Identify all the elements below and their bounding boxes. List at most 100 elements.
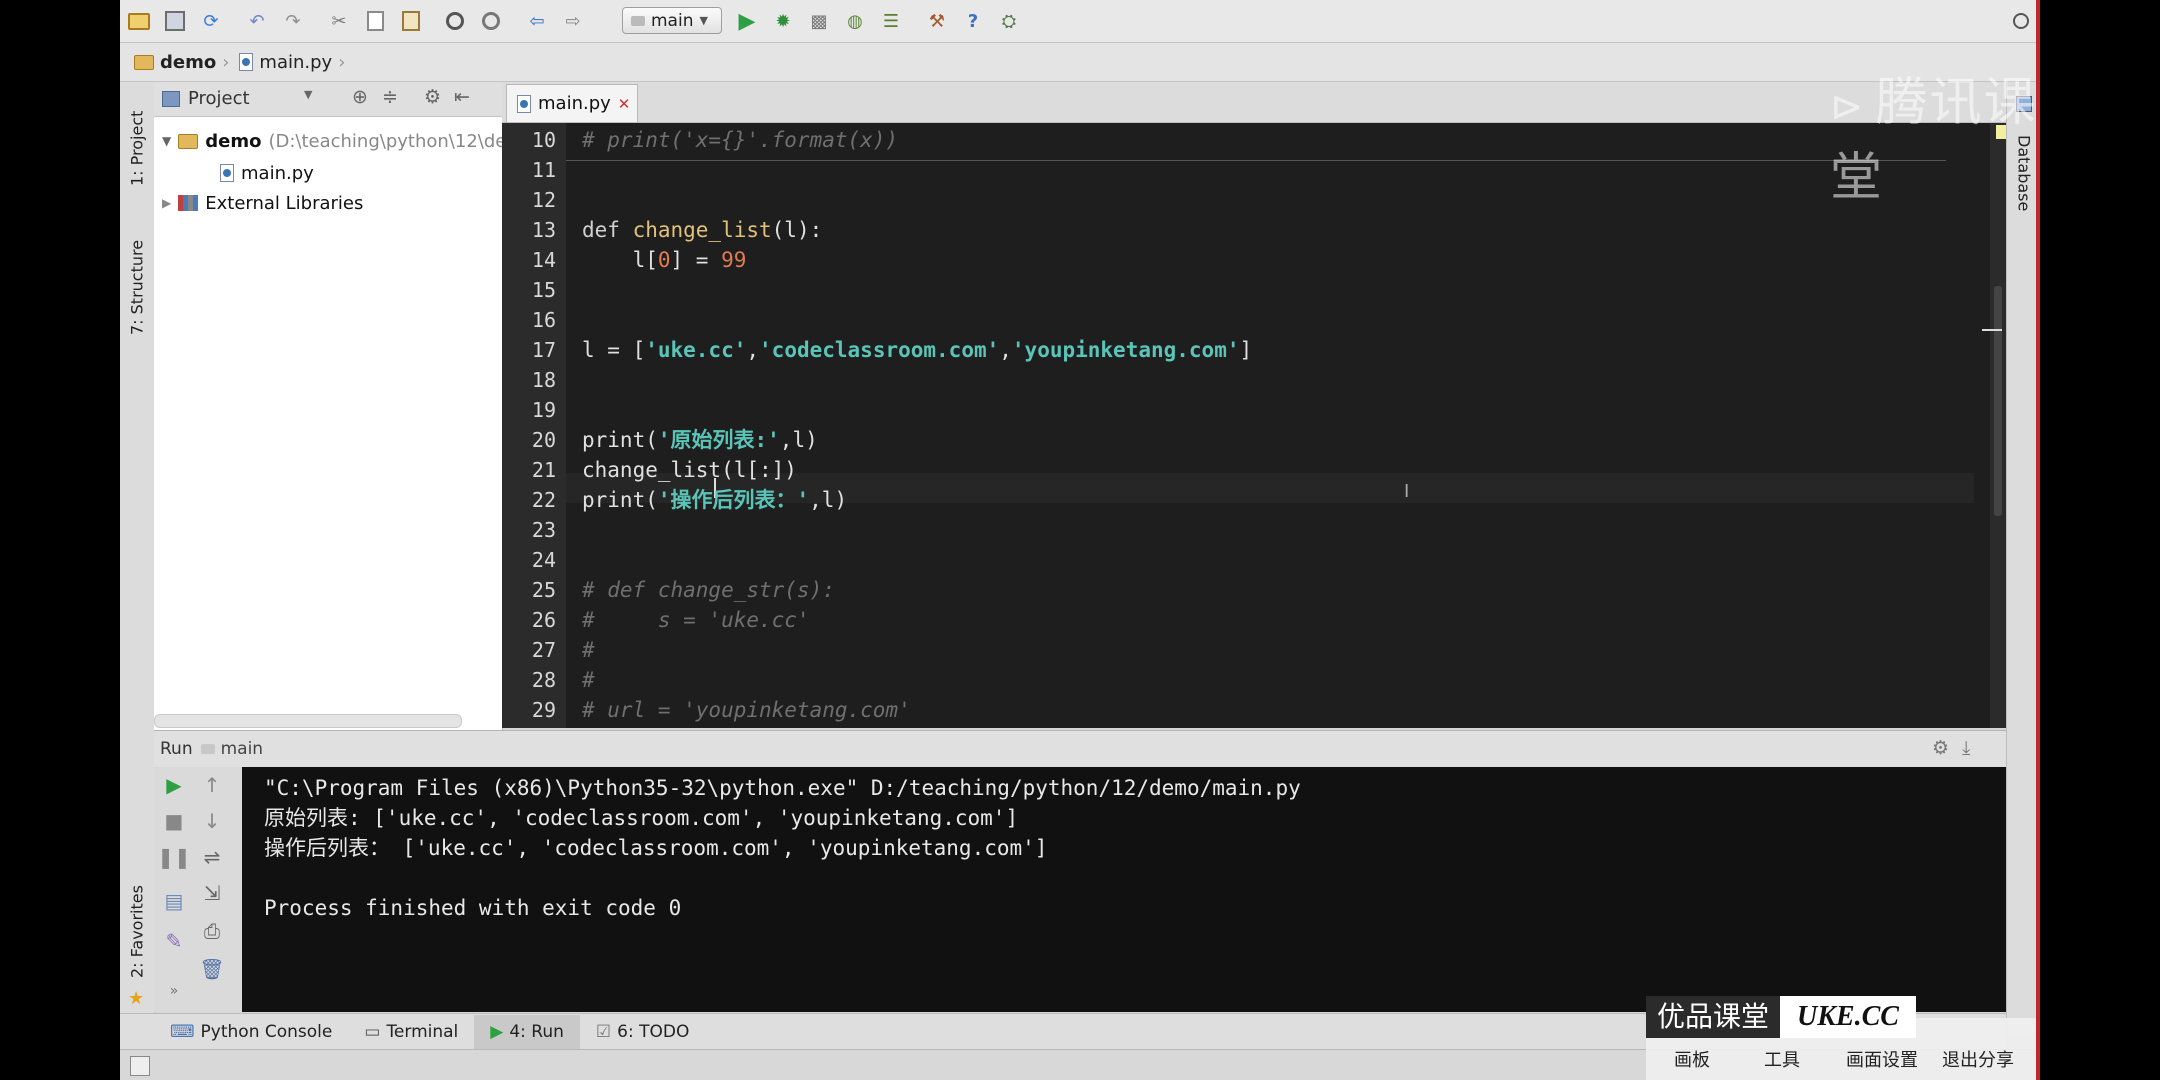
up-arrow-icon[interactable]: ↑ bbox=[198, 771, 226, 799]
cut-icon[interactable]: ✂ bbox=[326, 8, 352, 34]
soft-wrap-icon[interactable]: ⇌ bbox=[198, 843, 226, 871]
run-panel-header: Run main ⚙ ⤓ bbox=[154, 730, 2006, 768]
overlay-item-board[interactable]: 画板 bbox=[1674, 1046, 1710, 1072]
tool-windows-icon[interactable] bbox=[130, 1056, 150, 1076]
horizontal-scrollbar[interactable] bbox=[154, 714, 462, 728]
line-number: 22 bbox=[531, 488, 556, 512]
editor-vertical-scrollbar[interactable] bbox=[1982, 123, 2006, 728]
print-icon[interactable]: ⎙ bbox=[198, 917, 226, 945]
settings-tools-icon[interactable]: ⚒ bbox=[924, 8, 950, 34]
run-config-label: main bbox=[651, 10, 694, 31]
watermark-logo: ⊳ 腾讯课堂 bbox=[1830, 73, 2038, 208]
breadcrumb-demo[interactable]: demo › bbox=[120, 46, 235, 78]
pin-icon[interactable]: ✎ bbox=[160, 927, 188, 955]
bottom-tab-4-run[interactable]: ▶ 4: Run bbox=[474, 1015, 580, 1049]
watermark-cn: 优品课堂 bbox=[1646, 996, 1780, 1038]
project-tool-tab[interactable]: 1: Project bbox=[122, 88, 152, 208]
pause-icon[interactable]: ❚❚ bbox=[157, 843, 191, 871]
python-config-icon bbox=[200, 744, 215, 754]
help-icon[interactable]: ? bbox=[960, 8, 986, 34]
python-file-icon bbox=[220, 164, 234, 182]
bottom-tab-label: 4: Run bbox=[509, 1022, 564, 1042]
run-console[interactable]: "C:\Program Files (x86)\Python35-32\pyth… bbox=[242, 767, 2006, 1012]
run-icon[interactable]: ▶ bbox=[734, 8, 760, 34]
code-token: # print('x={}'.format(x)) bbox=[582, 128, 899, 152]
gear-icon[interactable]: ⚙ bbox=[1932, 737, 1949, 759]
close-icon[interactable]: ✕ bbox=[618, 95, 631, 113]
code-token: print( bbox=[582, 428, 658, 452]
stop-icon[interactable]: ■ bbox=[160, 807, 188, 835]
collapse-all-icon[interactable]: ≑ bbox=[382, 86, 398, 108]
run-config-tab[interactable]: main bbox=[221, 739, 263, 759]
code-line: # url = 'youpinketang.com' bbox=[582, 695, 911, 725]
more-icon[interactable]: » bbox=[160, 977, 188, 1005]
project-panel-title[interactable]: Project bbox=[188, 88, 250, 109]
code-editor[interactable]: I ⊟ ⊟ # print('x={}'.format(x))def chang… bbox=[566, 123, 1990, 728]
structure-tool-tab-label: 7: Structure bbox=[127, 239, 147, 335]
scroll-thumb[interactable] bbox=[1994, 286, 2002, 516]
bottom-tab-label: 6: TODO bbox=[617, 1022, 690, 1042]
favorites-tool-tab[interactable]: 2: Favorites bbox=[122, 872, 152, 992]
open-folder-icon[interactable] bbox=[126, 8, 152, 34]
tree-item-external-libraries[interactable]: ▶ External Libraries bbox=[162, 188, 363, 218]
gear-icon[interactable]: ⚙ bbox=[424, 86, 441, 108]
copy-icon[interactable] bbox=[362, 8, 388, 34]
scroll-to-end-icon[interactable]: ⇲ bbox=[198, 879, 226, 907]
coverage-icon[interactable]: ▩ bbox=[806, 8, 832, 34]
run-configuration-select[interactable]: main ▼ bbox=[622, 7, 722, 34]
screen-edge bbox=[2036, 0, 2040, 1080]
expand-arrow-icon[interactable]: ▼ bbox=[162, 134, 171, 148]
run-panel-title: Run bbox=[160, 739, 193, 759]
collapse-arrow-icon[interactable]: ▶ bbox=[162, 196, 171, 210]
code-token: '操作后列表：' bbox=[657, 488, 810, 512]
paste-icon[interactable] bbox=[398, 8, 424, 34]
concurrency-icon[interactable]: ☰ bbox=[878, 8, 904, 34]
terminal-icon: ▭ bbox=[364, 1022, 381, 1042]
chevron-down-icon[interactable]: ▼ bbox=[304, 88, 312, 101]
forward-icon[interactable]: ⇨ bbox=[560, 8, 586, 34]
hide-panel-icon[interactable]: ⇤ bbox=[454, 86, 470, 108]
bottom-tab-6-todo[interactable]: ☑ 6: TODO bbox=[580, 1015, 705, 1049]
code-line: l[0] = 99 bbox=[582, 245, 747, 275]
code-line: # bbox=[582, 635, 595, 665]
scroll-from-source-icon[interactable]: ⊕ bbox=[352, 86, 368, 108]
back-icon[interactable]: ⇦ bbox=[524, 8, 550, 34]
bottom-tab-terminal[interactable]: ▭ Terminal bbox=[348, 1015, 474, 1049]
line-number: 25 bbox=[531, 578, 556, 602]
debug-icon[interactable]: ✹ bbox=[770, 8, 796, 34]
tree-item-main-py[interactable]: main.py bbox=[220, 158, 314, 188]
find-icon[interactable] bbox=[442, 8, 468, 34]
profile-icon[interactable]: ◍ bbox=[842, 8, 868, 34]
overlay-item-tools[interactable]: 工具 bbox=[1764, 1046, 1800, 1072]
redo-icon[interactable]: ↷ bbox=[280, 8, 306, 34]
line-number: 13 bbox=[531, 218, 556, 242]
restore-layout-icon[interactable]: ▤ bbox=[160, 887, 188, 915]
tree-item-demo[interactable]: ▼ demo (D:\teaching\python\12\de bbox=[162, 126, 506, 156]
console-line: 操作后列表： ['uke.cc', 'codeclassroom.com', '… bbox=[264, 836, 1048, 860]
sdk-icon[interactable]: ⛭ bbox=[996, 8, 1022, 34]
save-all-icon[interactable] bbox=[162, 8, 188, 34]
structure-tool-tab[interactable]: 7: Structure bbox=[122, 222, 152, 352]
hide-panel-icon[interactable]: ⤓ bbox=[1962, 737, 1970, 759]
replace-icon[interactable] bbox=[478, 8, 504, 34]
tree-external-label: External Libraries bbox=[205, 192, 364, 214]
tree-root-name: demo bbox=[205, 130, 262, 152]
down-arrow-icon[interactable]: ↓ bbox=[198, 807, 226, 835]
line-number: 26 bbox=[531, 608, 556, 632]
search-everywhere-icon[interactable] bbox=[2008, 8, 2034, 34]
tab-main-py[interactable]: main.py ✕ bbox=[506, 84, 638, 122]
rerun-icon[interactable]: ▶ bbox=[160, 771, 188, 799]
favorites-tool-tab-label: 2: Favorites bbox=[127, 885, 147, 979]
breadcrumb-main-py[interactable]: main.py › bbox=[235, 46, 351, 78]
undo-icon[interactable]: ↶ bbox=[244, 8, 270, 34]
line-number: 16 bbox=[531, 308, 556, 332]
synchronize-icon[interactable]: ⟳ bbox=[198, 8, 224, 34]
uke-watermark: 优品课堂 UKE.CC bbox=[1646, 996, 2036, 1038]
overlay-item-exit-share[interactable]: 退出分享 bbox=[1942, 1046, 2014, 1072]
code-token: l[ bbox=[582, 248, 658, 272]
code-line: # bbox=[582, 665, 595, 695]
clear-all-icon[interactable]: 🗑 bbox=[198, 955, 226, 983]
bottom-tab-python-console[interactable]: ⌨ Python Console bbox=[154, 1015, 348, 1049]
overlay-item-screen-settings[interactable]: 画面设置 bbox=[1846, 1046, 1918, 1072]
code-token: 'youpinketang.com' bbox=[1011, 338, 1240, 362]
